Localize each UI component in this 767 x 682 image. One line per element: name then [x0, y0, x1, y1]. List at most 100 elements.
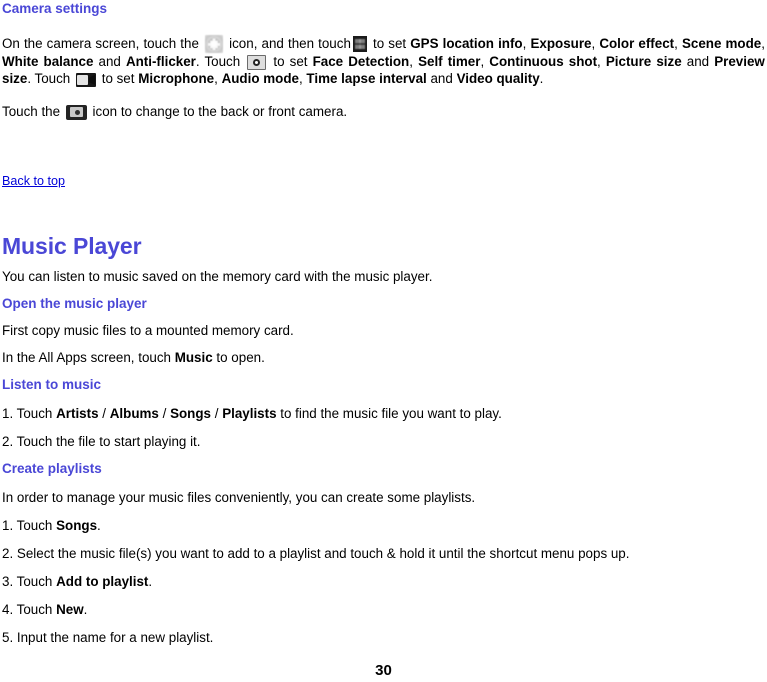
- setting-time-lapse-interval: Time lapse interval: [306, 71, 427, 87]
- setting-face-detection: Face Detection: [312, 54, 410, 70]
- setting-continuous-shot: Continuous shot: [489, 54, 598, 70]
- text-segment: and: [430, 71, 453, 87]
- text-segment: icon to change to the back or front came…: [92, 104, 348, 120]
- heading-music-player: Music Player: [2, 233, 142, 260]
- create-playlists-step-1: 1. Touch Songs.: [2, 517, 765, 534]
- punct: .: [97, 518, 101, 534]
- separator: /: [214, 406, 219, 422]
- text-segment: icon, and then touch: [229, 36, 351, 51]
- text-segment: In the All Apps screen, touch: [2, 350, 171, 366]
- create-playlists-step-5: 5. Input the name for a new playlist.: [2, 630, 214, 646]
- punct: ,: [409, 54, 413, 70]
- text-segment: to open.: [216, 350, 265, 366]
- punct: ,: [298, 71, 303, 87]
- open-player-line-2: In the All Apps screen, touch Music to o…: [2, 349, 765, 366]
- setting-gps-location-info: GPS location info: [410, 36, 523, 51]
- text-segment: and: [98, 54, 121, 70]
- tab-songs: Songs: [56, 518, 98, 534]
- create-playlists-step-4: 4. Touch New.: [2, 601, 765, 618]
- heading-listen-to-music: Listen to music: [2, 377, 102, 393]
- text-segment: 1. Touch: [2, 518, 53, 534]
- photo-camera-icon: [247, 55, 267, 71]
- punct: .: [83, 602, 88, 618]
- punct: ,: [597, 54, 601, 70]
- open-player-line-1: First copy music files to a mounted memo…: [2, 323, 294, 339]
- text-segment: 4. Touch: [2, 602, 53, 618]
- punct: .: [148, 574, 153, 590]
- punct: ,: [214, 71, 218, 87]
- create-playlists-intro: In order to manage your music files conv…: [2, 490, 476, 506]
- music-intro-text: You can listen to music saved on the mem…: [2, 269, 433, 285]
- tab-artists: Artists: [56, 406, 99, 422]
- create-playlists-step-2: 2. Select the music file(s) you want to …: [2, 546, 630, 562]
- punct: ,: [591, 36, 596, 51]
- punct: ,: [761, 36, 765, 51]
- switch-camera-icon: [65, 105, 87, 121]
- text-segment: Touch the: [2, 104, 61, 120]
- separator: /: [162, 406, 167, 422]
- text-segment: . Touch: [195, 54, 241, 70]
- text-segment: 1. Touch: [2, 406, 53, 422]
- camera-settings-grid-icon: [352, 36, 367, 53]
- setting-audio-mode: Audio mode: [221, 71, 299, 87]
- text-segment: . Touch: [27, 71, 71, 87]
- text-segment: to set: [273, 54, 308, 70]
- menu-new: New: [56, 602, 84, 618]
- text-segment: 3. Touch: [2, 574, 53, 590]
- text-segment: to find the music file you want to play.: [280, 406, 502, 422]
- text-segment: to set: [101, 71, 135, 87]
- listen-step-1: 1. Touch Artists / Albums / Songs / Play…: [2, 405, 765, 422]
- setting-video-quality: Video quality: [456, 71, 540, 87]
- setting-white-balance: White balance: [2, 54, 94, 70]
- menu-add-to-playlist: Add to playlist: [56, 574, 149, 590]
- back-to-top-link[interactable]: Back to top: [2, 174, 65, 188]
- punct: .: [539, 71, 544, 87]
- listen-step-2: 2. Touch the file to start playing it.: [2, 434, 201, 450]
- gear-settings-icon: [205, 35, 224, 54]
- tab-albums: Albums: [109, 406, 159, 422]
- text-segment: On the camera screen, touch the: [2, 36, 199, 51]
- setting-anti-flicker: Anti-flicker: [125, 54, 196, 70]
- heading-open-the-music-player: Open the music player: [2, 296, 147, 312]
- setting-picture-size: Picture size: [605, 54, 682, 70]
- setting-exposure: Exposure: [530, 36, 592, 51]
- separator: /: [102, 406, 107, 422]
- manual-page: Camera settings On the camera screen, to…: [0, 0, 767, 682]
- setting-color-effect: Color effect: [599, 36, 675, 51]
- punct: ,: [674, 36, 678, 51]
- text-segment: to set: [373, 36, 407, 51]
- setting-microphone: Microphone: [138, 71, 215, 87]
- page-number: 30: [375, 662, 392, 679]
- create-playlists-step-3: 3. Touch Add to playlist.: [2, 573, 765, 590]
- app-music-label: Music: [174, 350, 213, 366]
- switch-camera-paragraph: Touch the icon to change to the back or …: [2, 103, 765, 121]
- tab-songs: Songs: [170, 406, 211, 422]
- video-camera-icon: [75, 72, 96, 87]
- text-segment: and: [686, 54, 710, 70]
- setting-scene-mode: Scene mode: [681, 36, 762, 51]
- tab-playlists: Playlists: [222, 406, 277, 422]
- camera-settings-paragraph: On the camera screen, touch the icon, an…: [2, 35, 765, 87]
- heading-camera-settings: Camera settings: [2, 1, 108, 16]
- punct: ,: [480, 54, 485, 70]
- heading-create-playlists: Create playlists: [2, 461, 102, 477]
